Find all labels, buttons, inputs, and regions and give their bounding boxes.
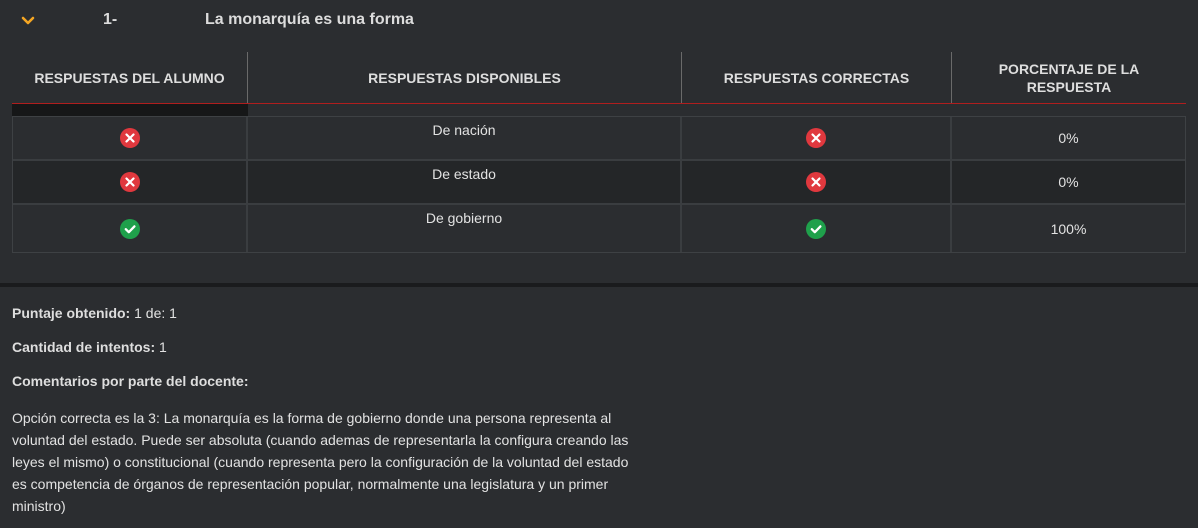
available-answer-cell: De gobierno (248, 205, 682, 252)
comments-label: Comentarios por parte del docente: (12, 373, 249, 389)
correct-answer-cell (682, 205, 952, 252)
section-divider (0, 283, 1198, 287)
x-circle-icon (119, 172, 140, 192)
student-answer-cell (13, 205, 248, 252)
score-value: 1 de: 1 (134, 305, 177, 321)
chevron-down-icon[interactable] (20, 14, 36, 26)
summary-section: Puntaje obtenido: 1 de: 1 Cantidad de in… (12, 305, 652, 517)
x-circle-icon (806, 128, 826, 148)
header-student-answers: RESPUESTAS DEL ALUMNO (12, 52, 248, 103)
table-row: De nación 0% (13, 117, 1185, 161)
percentage-cell: 100% (1050, 220, 1087, 237)
percentage-cell: 0% (1058, 174, 1079, 190)
attempts-label: Cantidad de intentos: (12, 339, 159, 355)
question-header: 1- La monarquía es una forma (0, 0, 1198, 40)
correct-answer-cell (682, 117, 952, 159)
header-answer-percentage: PORCENTAJE DE LA RESPUESTA (998, 60, 1140, 95)
check-circle-icon (119, 218, 140, 239)
results-table: RESPUESTAS DEL ALUMNO RESPUESTAS DISPONI… (12, 52, 1186, 104)
attempts-value: 1 (159, 339, 167, 355)
student-answer-cell (13, 161, 248, 203)
x-circle-icon (119, 128, 140, 148)
x-circle-icon (806, 172, 826, 192)
comments-line: Comentarios por parte del docente: (12, 373, 652, 407)
student-answer-cell (13, 117, 248, 159)
table-body: De nación 0% De estado 0% De gobierno 10… (12, 116, 1186, 253)
available-answer-cell: De estado (248, 161, 682, 203)
attempts-line: Cantidad de intentos: 1 (12, 339, 652, 373)
question-title: La monarquía es una forma (205, 11, 414, 28)
question-number: 1- (103, 11, 118, 28)
check-circle-icon (806, 218, 826, 239)
percentage-cell: 0% (1058, 130, 1079, 146)
table-row: De estado 0% (13, 161, 1185, 205)
teacher-comment: Opción correcta es la 3: La monarquía es… (12, 410, 629, 514)
header-correct-answers: RESPUESTAS CORRECTAS (682, 52, 952, 103)
table-header: RESPUESTAS DEL ALUMNO RESPUESTAS DISPONI… (12, 52, 1186, 104)
table-row: De gobierno 100% (13, 205, 1185, 252)
correct-answer-cell (682, 161, 952, 203)
header-available-answers: RESPUESTAS DISPONIBLES (248, 52, 682, 103)
header-underline-bar (12, 104, 248, 116)
score-label: Puntaje obtenido: (12, 305, 135, 321)
available-answer-cell: De nación (248, 117, 682, 159)
score-line: Puntaje obtenido: 1 de: 1 (12, 305, 652, 339)
